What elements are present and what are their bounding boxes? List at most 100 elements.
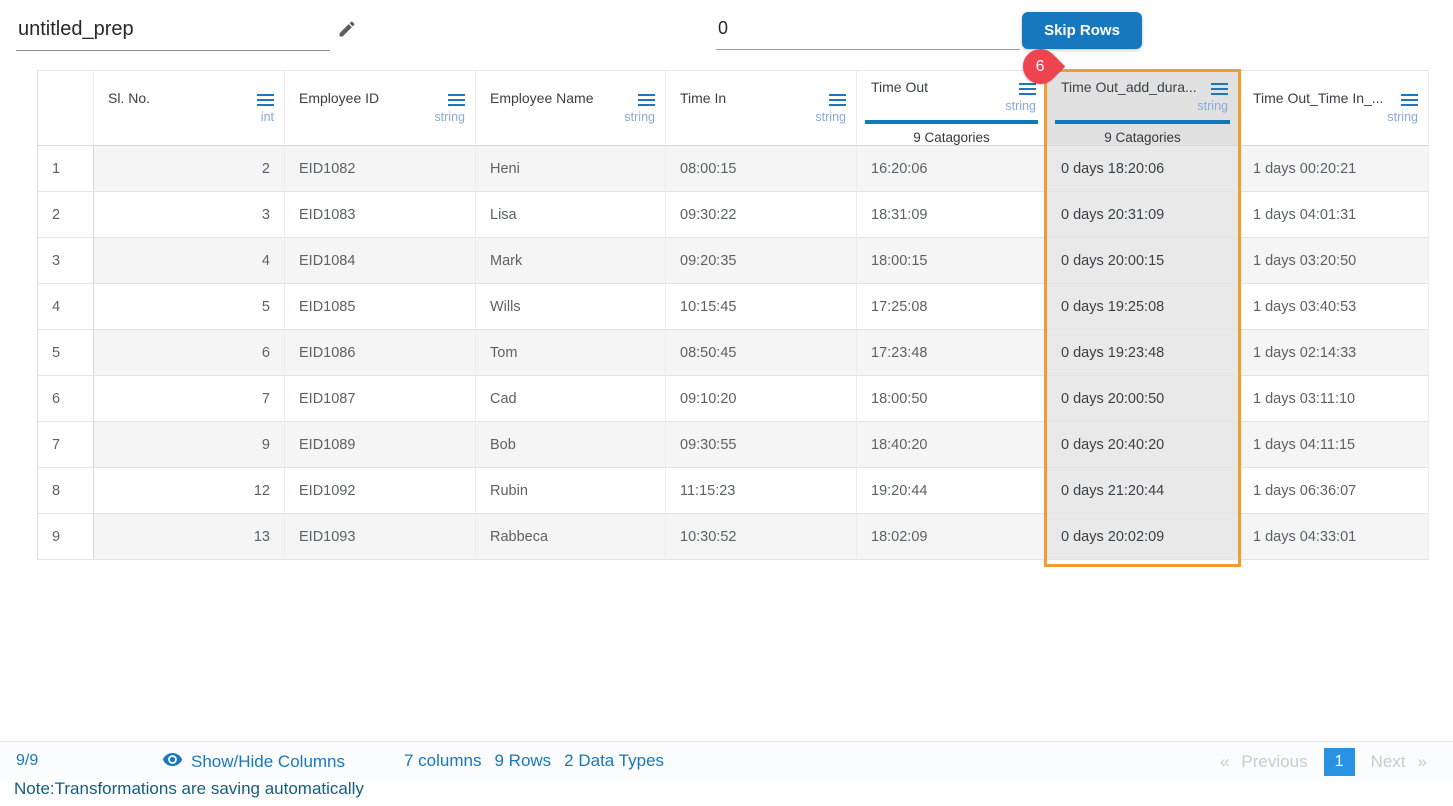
column-header-employee-id: Employee ID string [285,70,476,146]
skip-rows-input[interactable] [716,12,1020,50]
rows-count-label: 9 Rows [494,751,551,771]
previous-arrow-icon: « [1220,752,1229,772]
table-cell: EID1085 [285,284,476,330]
table-cell: 1 days 03:11:10 [1239,376,1429,422]
table-cell: EID1089 [285,422,476,468]
prep-name-input[interactable] [16,12,330,51]
table-cell: 0 days 18:20:06 [1047,146,1239,192]
row-number: 6 [37,376,94,422]
row-number: 5 [37,330,94,376]
column-header-time-out: Time Outstring9 Catagories [857,70,1047,146]
table-cell: 0 days 19:23:48 [1047,330,1239,376]
table-cell: EID1082 [285,146,476,192]
table-cell: Wills [476,284,666,330]
table-cell: 08:50:45 [666,330,857,376]
table-cell: 1 days 03:20:50 [1239,238,1429,284]
row-number: 1 [37,146,94,192]
footer-bar: 9/9 Show/Hide Columns 7 columns 9 Rows 2… [0,741,1453,780]
table-cell: 0 days 20:31:09 [1047,192,1239,238]
column-type-label: string [857,99,1046,113]
table-cell: 16:20:06 [857,146,1047,192]
column-header-time-out-add-dura: Time Out_add_dura...string9 Catagories [1047,70,1239,146]
column-menu-icon[interactable] [638,94,655,96]
column-header-time-out-time-in: Time Out_Time In_...string [1239,70,1429,146]
table-cell: Tom [476,330,666,376]
row-number: 2 [37,192,94,238]
previous-label: Previous [1241,752,1307,772]
next-arrow-icon: » [1418,752,1427,772]
table-cell: 5 [94,284,285,330]
next-page-button[interactable]: Next » [1371,752,1427,772]
column-title: Time In [680,90,726,106]
visible-rows-count: 9/9 [16,752,38,770]
column-type-label: string [476,110,665,124]
column-type-label: int [94,110,284,124]
table-cell: 1 days 04:01:31 [1239,192,1429,238]
show-hide-columns-button[interactable]: Show/Hide Columns [162,749,345,775]
data-table: Sl. No.intEmployee IDstringEmployee Name… [37,70,1429,560]
table-cell: 19:20:44 [857,468,1047,514]
table-cell: 0 days 20:00:15 [1047,238,1239,284]
table-corner-cell [37,70,94,146]
column-title: Employee Name [490,90,594,106]
show-hide-label: Show/Hide Columns [191,752,345,772]
column-header-time-in: Time In string [666,70,857,146]
row-number: 8 [37,468,94,514]
next-label: Next [1371,752,1406,772]
previous-page-button[interactable]: « Previous [1220,752,1308,772]
table-cell: Lisa [476,192,666,238]
row-number: 3 [37,238,94,284]
column-menu-icon[interactable] [829,94,846,96]
edit-pencil-icon[interactable] [337,19,357,44]
table-cell: 1 days 03:40:53 [1239,284,1429,330]
column-menu-icon[interactable] [1019,83,1036,85]
table-cell: 10:30:52 [666,514,857,560]
autosave-note: Note:Transformations are saving automati… [14,779,364,799]
table-cell: EID1084 [285,238,476,284]
table-cell: 6 [94,330,285,376]
page-1-button[interactable]: 1 [1324,748,1355,776]
column-header-employee-name: Employee Name string [476,70,666,146]
table-cell: Rubin [476,468,666,514]
table-cell: 1 days 00:20:21 [1239,146,1429,192]
table-cell: EID1086 [285,330,476,376]
category-count-label: 9 Catagories [857,130,1046,145]
column-menu-icon[interactable] [1211,83,1228,85]
column-title: Time Out_Time In_... [1253,90,1383,106]
data-types-label: 2 Data Types [564,751,664,771]
table-cell: 1 days 04:11:15 [1239,422,1429,468]
column-type-label: string [285,110,475,124]
table-stats: 7 columns 9 Rows 2 Data Types [404,751,664,771]
column-type-label: string [666,110,856,124]
table-cell: 3 [94,192,285,238]
table-cell: 1 days 02:14:33 [1239,330,1429,376]
table-cell: 13 [94,514,285,560]
table-cell: 2 [94,146,285,192]
table-cell: 09:30:22 [666,192,857,238]
table-cell: EID1087 [285,376,476,422]
table-cell: 9 [94,422,285,468]
column-menu-icon[interactable] [1401,94,1418,96]
data-prep-app: Skip Rows Sl. No.intEmployee IDstringEmp… [0,0,1453,806]
column-title: Sl. No. [108,90,150,106]
table-cell: 17:23:48 [857,330,1047,376]
column-title: Employee ID [299,90,379,106]
table-cell: Bob [476,422,666,468]
column-menu-icon[interactable] [257,94,274,96]
table-cell: 12 [94,468,285,514]
table-cell: 09:30:55 [666,422,857,468]
row-number: 7 [37,422,94,468]
column-menu-icon[interactable] [448,94,465,96]
category-bar [865,120,1038,124]
skip-rows-button[interactable]: Skip Rows [1022,12,1142,49]
table-cell: EID1092 [285,468,476,514]
table-cell: 11:15:23 [666,468,857,514]
row-number: 4 [37,284,94,330]
category-bar [1055,120,1230,124]
table-cell: Mark [476,238,666,284]
table-cell: Rabbeca [476,514,666,560]
table-cell: 09:10:20 [666,376,857,422]
table-cell: 18:02:09 [857,514,1047,560]
column-header-sl-no: Sl. No. int [94,70,285,146]
table-cell: 18:00:50 [857,376,1047,422]
